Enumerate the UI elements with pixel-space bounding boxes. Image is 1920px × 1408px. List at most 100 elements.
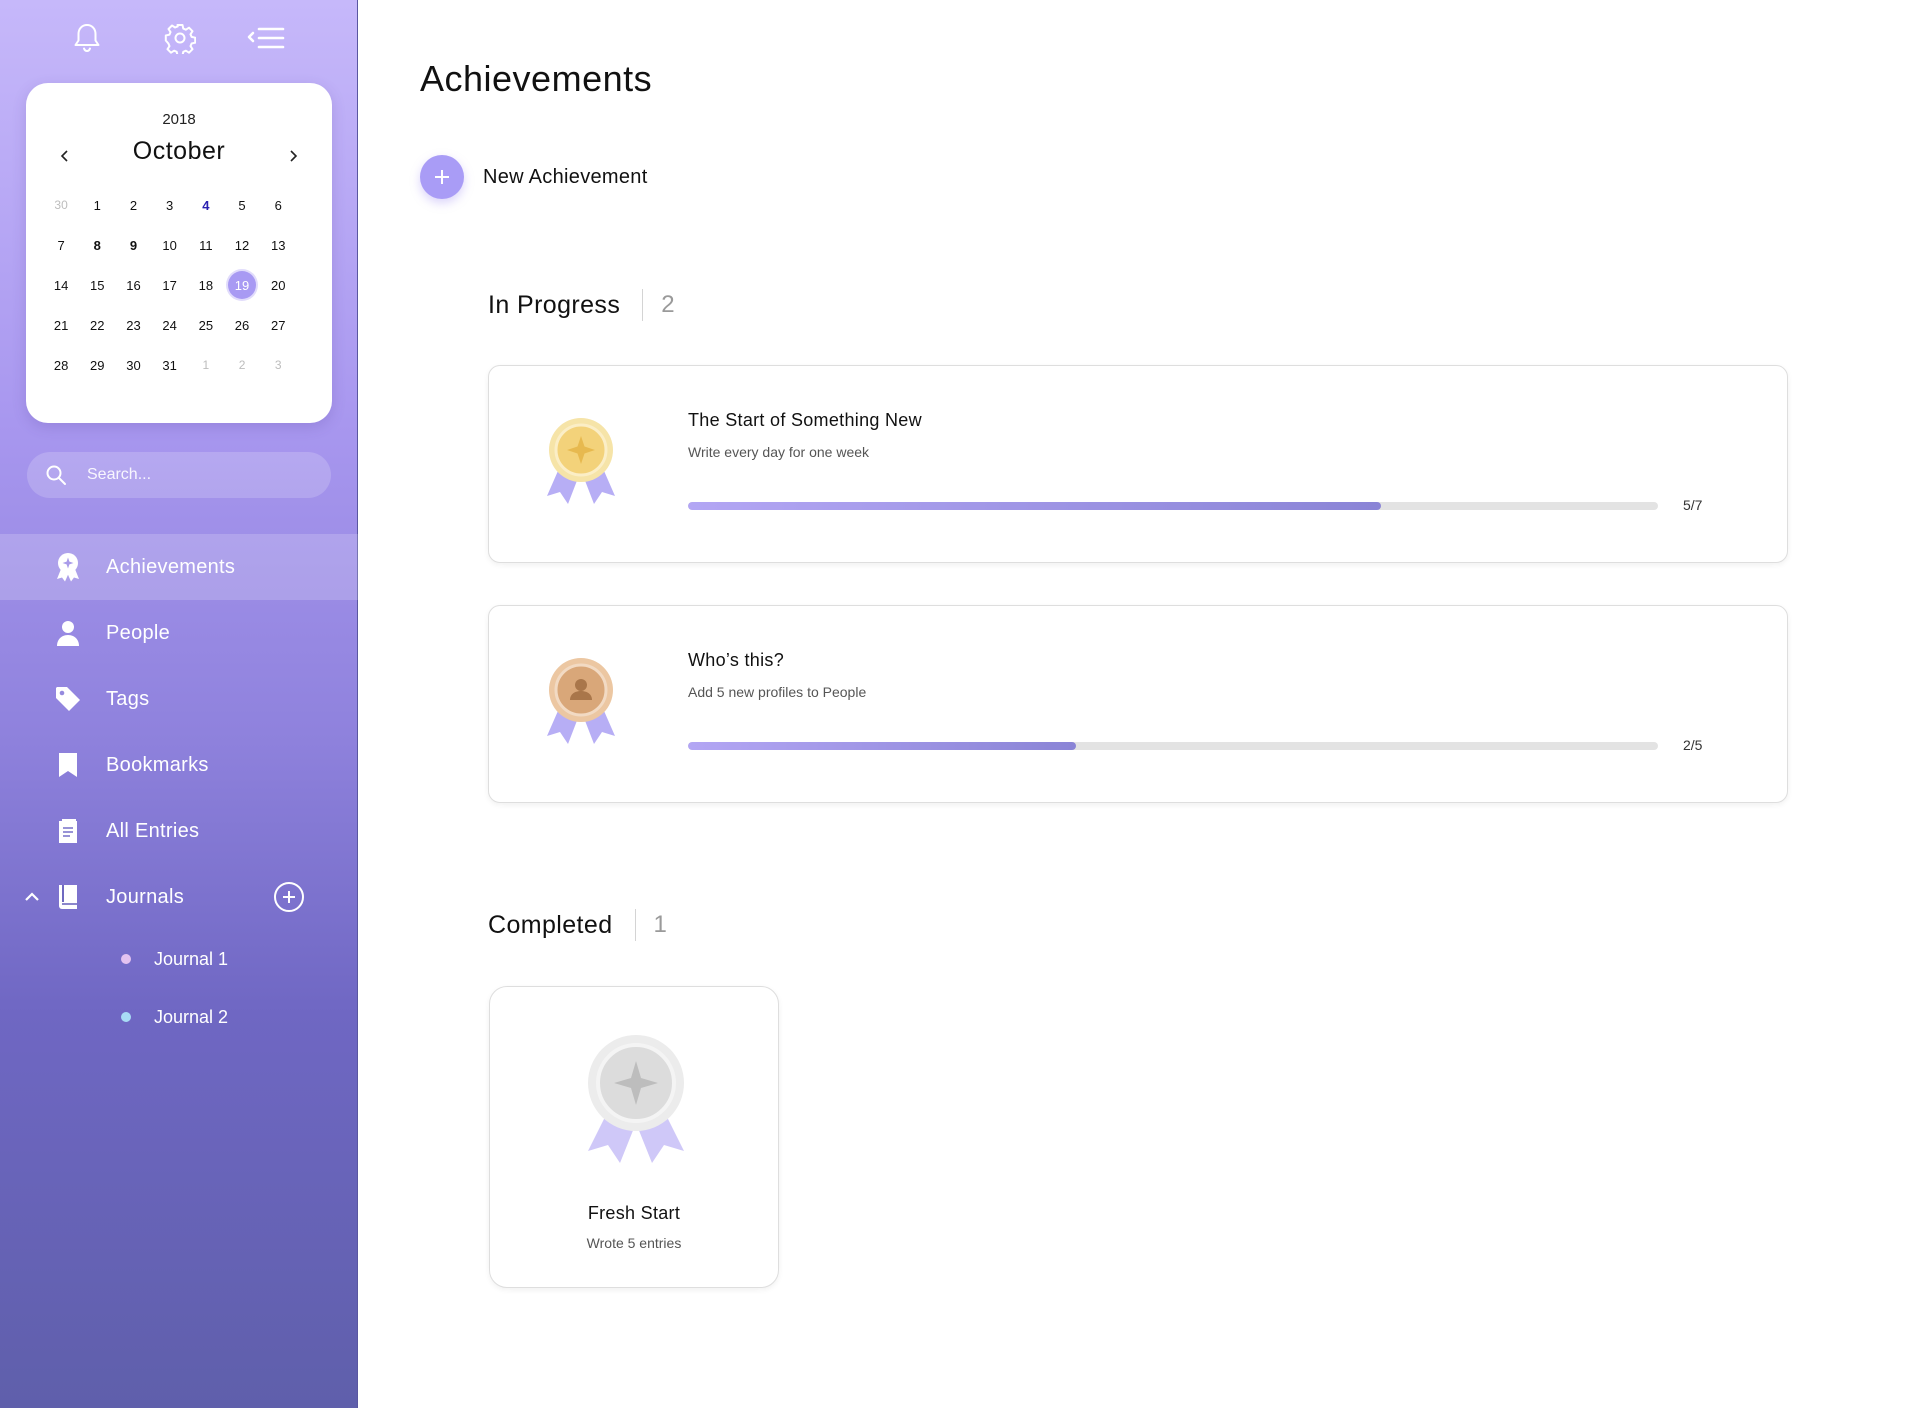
- achievement-title: The Start of Something New: [688, 410, 922, 430]
- calendar-day[interactable]: 26: [224, 305, 260, 345]
- calendar-day[interactable]: 20: [260, 265, 296, 305]
- chevron-right-icon: [290, 150, 298, 162]
- sidebar-item-all-entries[interactable]: All Entries: [0, 798, 358, 864]
- calendar-day-number: 10: [162, 237, 177, 253]
- achievement-card[interactable]: The Start of Something New Write every d…: [488, 365, 1788, 563]
- sidebar-item-label: Bookmarks: [106, 753, 209, 776]
- sidebar-item-tags[interactable]: Tags: [0, 666, 358, 732]
- achievement-card[interactable]: Who’s this? Add 5 new profiles to People…: [488, 605, 1788, 803]
- progress-bar: [688, 742, 1658, 750]
- journal-item-1[interactable]: Journal 1: [0, 930, 358, 988]
- calendar-day[interactable]: 10: [152, 225, 188, 265]
- calendar-day-number: 1: [202, 358, 210, 372]
- calendar-day-number: 23: [126, 317, 141, 333]
- calendar-day[interactable]: 24: [152, 305, 188, 345]
- bell-icon[interactable]: [67, 18, 107, 58]
- calendar-day[interactable]: 8: [79, 225, 115, 265]
- calendar-day[interactable]: 18: [188, 265, 224, 305]
- add-journal-button[interactable]: [273, 881, 305, 913]
- calendar-widget: 2018 October 30 1 2 3 4 5 6 7 8 9 10 11 12 13 14 15 16 17…: [26, 83, 332, 423]
- calendar-day[interactable]: 7: [43, 225, 79, 265]
- journal-label: Journal 1: [154, 948, 229, 969]
- achievement-title: Fresh Start: [587, 1203, 681, 1223]
- calendar-day-number: 24: [162, 317, 177, 333]
- section-title: Completed: [488, 910, 613, 939]
- calendar-day[interactable]: 27: [260, 305, 296, 345]
- entries-icon: [52, 815, 84, 847]
- sidebar-item-bookmarks[interactable]: Bookmarks: [0, 732, 358, 798]
- calendar-day[interactable]: 22: [79, 305, 115, 345]
- calendar-day-number: 7: [57, 237, 65, 253]
- sidebar-item-journals[interactable]: Journals: [0, 864, 358, 930]
- calendar-day-number: 11: [199, 237, 213, 253]
- in-progress-header: In Progress 2: [488, 285, 675, 325]
- calendar-day[interactable]: 12: [224, 225, 260, 265]
- sidebar-item-achievements[interactable]: Achievements: [0, 534, 358, 600]
- plus-icon: [420, 155, 464, 199]
- collapse-menu-icon[interactable]: [246, 18, 286, 58]
- journal-color-dot: [121, 1012, 131, 1022]
- calendar-day[interactable]: 4: [188, 185, 224, 225]
- calendar-day[interactable]: 30: [43, 185, 79, 225]
- search-input[interactable]: [87, 452, 317, 498]
- journal-item-2[interactable]: Journal 2: [0, 988, 358, 1046]
- calendar-day-number: 17: [162, 277, 177, 293]
- calendar-day[interactable]: 25: [188, 305, 224, 345]
- progress-bar: [688, 502, 1658, 510]
- section-divider: [642, 289, 644, 321]
- calendar-day-number: 14: [53, 277, 69, 293]
- section-title: In Progress: [488, 290, 621, 319]
- calendar-day[interactable]: 15: [79, 265, 115, 305]
- calendar-day[interactable]: 11: [188, 225, 224, 265]
- calendar-day[interactable]: 2: [115, 185, 151, 225]
- calendar-day[interactable]: 28: [43, 345, 79, 385]
- previous-month-button[interactable]: [52, 143, 78, 169]
- calendar-day-number: 9: [129, 237, 138, 253]
- calendar-day[interactable]: 31: [152, 345, 188, 385]
- calendar-day[interactable]: 3: [152, 185, 188, 225]
- calendar-day[interactable]: 21: [43, 305, 79, 345]
- calendar-day[interactable]: 1: [79, 185, 115, 225]
- calendar-day[interactable]: 23: [115, 305, 151, 345]
- calendar-day[interactable]: 29: [79, 345, 115, 385]
- calendar-day-number: 8: [93, 237, 101, 253]
- new-achievement-button[interactable]: New Achievement: [420, 155, 648, 199]
- calendar-day-number: 2: [238, 358, 246, 372]
- calendar-day[interactable]: 13: [260, 225, 296, 265]
- calendar-day[interactable]: 16: [115, 265, 151, 305]
- chevron-up-icon[interactable]: [20, 885, 44, 909]
- calendar-day-selected[interactable]: 19: [224, 265, 260, 305]
- gear-icon[interactable]: [160, 18, 200, 58]
- completed-header: Completed 1: [488, 905, 667, 945]
- calendar-day[interactable]: 9: [115, 225, 151, 265]
- calendar-day[interactable]: 14: [43, 265, 79, 305]
- achievement-description: Wrote 5 entries: [586, 1235, 682, 1251]
- calendar-day-number: 16: [126, 277, 141, 293]
- calendar-day-number: 21: [53, 317, 69, 333]
- progress-fill: [688, 502, 1381, 510]
- bookmark-icon: [52, 749, 84, 781]
- calendar-day[interactable]: 2: [224, 345, 260, 385]
- achievement-description: Write every day for one week: [688, 444, 870, 460]
- plus-circle-icon: [274, 882, 304, 912]
- progress-fill: [688, 742, 1076, 750]
- journal-icon: [52, 881, 84, 913]
- silver-star-medal-icon: [588, 1035, 684, 1163]
- calendar-day[interactable]: 30: [115, 345, 151, 385]
- calendar-day-number: 31: [162, 357, 177, 373]
- calendar-day-number: 30: [54, 198, 68, 212]
- calendar-day[interactable]: 17: [152, 265, 188, 305]
- progress-count: 2/5: [1683, 737, 1703, 753]
- next-month-button[interactable]: [280, 143, 306, 169]
- calendar-day[interactable]: 3: [260, 345, 296, 385]
- calendar-day-number: 20: [270, 277, 286, 293]
- new-achievement-label: New Achievement: [483, 165, 648, 188]
- calendar-day[interactable]: 1: [188, 345, 224, 385]
- sidebar-item-people[interactable]: People: [0, 600, 358, 666]
- calendar-day-number: 5: [238, 197, 246, 213]
- calendar-day-number: 26: [234, 317, 250, 333]
- calendar-day[interactable]: 6: [260, 185, 296, 225]
- calendar-day-number: 15: [90, 277, 105, 293]
- completed-achievement-card[interactable]: Fresh Start Wrote 5 entries: [489, 986, 779, 1288]
- calendar-day[interactable]: 5: [224, 185, 260, 225]
